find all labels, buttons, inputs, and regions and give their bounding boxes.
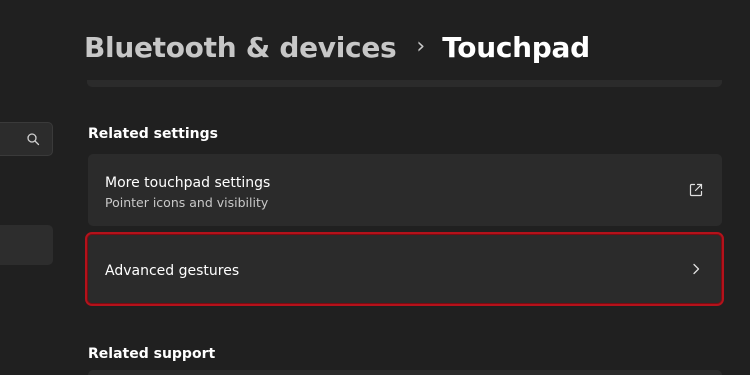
chevron-right-icon — [693, 263, 700, 275]
breadcrumb: Bluetooth & devices › Touchpad — [84, 25, 590, 69]
search-box[interactable] — [0, 122, 53, 156]
related-support-heading: Related support — [88, 346, 216, 362]
page-title: Touchpad — [442, 30, 590, 64]
related-settings-heading: Related settings — [88, 126, 218, 142]
more-touchpad-settings-subtitle: Pointer icons and visibility — [105, 195, 269, 210]
breadcrumb-parent[interactable]: Bluetooth & devices — [84, 31, 397, 64]
breadcrumb-separator-icon: › — [416, 33, 426, 59]
advanced-gestures-title: Advanced gestures — [105, 263, 240, 279]
search-icon — [27, 133, 40, 146]
related-support-card-edge[interactable] — [88, 370, 722, 375]
external-link-icon — [689, 183, 703, 197]
previous-card-edge — [87, 80, 722, 87]
advanced-gestures-card[interactable]: Advanced gestures — [85, 232, 724, 306]
more-touchpad-settings-card[interactable]: More touchpad settings Pointer icons and… — [88, 154, 722, 226]
more-touchpad-settings-title: More touchpad settings — [105, 175, 271, 191]
sidebar-item-selected[interactable] — [0, 225, 53, 265]
